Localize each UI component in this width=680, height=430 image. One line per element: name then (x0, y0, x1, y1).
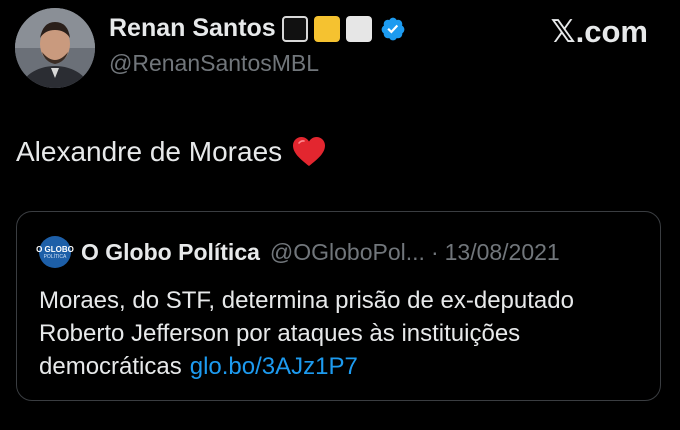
yellow-square-icon (313, 15, 340, 42)
quoted-tweet-header: O GLOBO POLÍTICA O Globo Política @OGlob… (36, 236, 560, 268)
quoted-avatar-subtitle: POLÍTICA (43, 253, 67, 260)
verified-badge-icon (381, 17, 405, 40)
tweet-text-row: Alexandre de Moraes (16, 136, 326, 168)
white-square-icon (345, 15, 372, 42)
author-display-name-row[interactable]: Renan Santos (109, 14, 406, 43)
black-square-icon (281, 15, 308, 42)
author-display-name[interactable]: Renan Santos (109, 14, 276, 43)
author-handle[interactable]: @RenanSantosMBL (109, 50, 319, 77)
quoted-tweet-date[interactable]: 13/08/2021 (445, 239, 560, 266)
quoted-tweet-link[interactable]: glo.bo/3AJz1P7 (190, 353, 358, 380)
quoted-author-handle[interactable]: @OGloboPol... (270, 239, 425, 266)
red-heart-icon (293, 137, 326, 166)
quoted-tweet-body: Moraes, do STF, determina prisão de ex-d… (39, 284, 639, 383)
quoted-author-name[interactable]: O Globo Política (81, 239, 260, 266)
author-avatar[interactable] (15, 8, 95, 88)
quoted-avatar-title: O GLOBO (36, 244, 74, 254)
x-brand-label: 𝕏.com (550, 14, 648, 49)
avatar-image (15, 8, 95, 88)
quoted-author-avatar[interactable]: O GLOBO POLÍTICA (36, 236, 74, 268)
quoted-tweet-card[interactable]: O GLOBO POLÍTICA O Globo Política @OGlob… (16, 211, 661, 401)
tweet-text: Alexandre de Moraes (16, 136, 283, 167)
quoted-meta-separator: · (430, 238, 439, 265)
